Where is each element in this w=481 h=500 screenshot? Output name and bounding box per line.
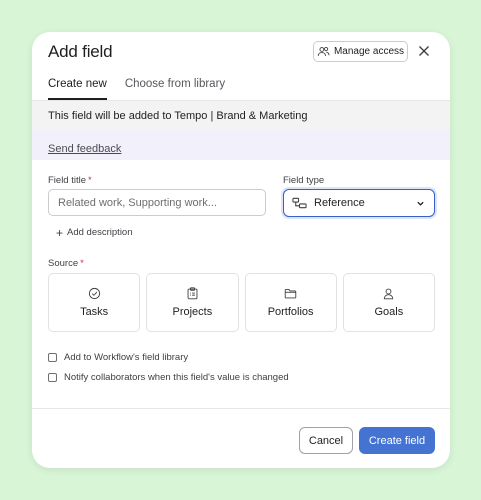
field-type-value: Reference bbox=[314, 197, 365, 209]
field-type-label: Field type bbox=[283, 175, 325, 186]
send-feedback-link[interactable]: Send feedback bbox=[48, 143, 121, 155]
add-to-library-checkbox[interactable] bbox=[48, 353, 57, 362]
people-icon bbox=[317, 46, 330, 57]
source-option-label: Portfolios bbox=[267, 306, 314, 318]
notify-collaborators-option: Notify collaborators when this field's v… bbox=[48, 372, 289, 383]
close-icon[interactable] bbox=[416, 43, 432, 59]
manage-access-label: Manage access bbox=[333, 46, 405, 57]
add-description-label: Add description bbox=[67, 227, 133, 238]
tab-create-new[interactable]: Create new bbox=[48, 72, 107, 100]
reference-icon bbox=[292, 197, 307, 209]
dialog-header: Add field Manage access bbox=[32, 32, 450, 72]
banner-text: This field will be added to Tempo | Bran… bbox=[48, 110, 308, 122]
add-field-dialog: Add field Manage access Create new Choos… bbox=[32, 32, 450, 468]
source-option-goals[interactable]: Goals bbox=[342, 273, 435, 332]
create-field-button[interactable]: Create field bbox=[359, 427, 435, 454]
cancel-button[interactable]: Cancel bbox=[299, 427, 353, 454]
person-icon bbox=[384, 288, 394, 300]
add-description-button[interactable]: + Add description bbox=[56, 225, 133, 240]
folder-icon bbox=[284, 288, 297, 299]
required-marker: * bbox=[88, 175, 92, 186]
source-option-projects[interactable]: Projects bbox=[146, 273, 239, 332]
manage-access-button[interactable]: Manage access bbox=[313, 41, 408, 62]
source-option-label: Projects bbox=[172, 306, 213, 318]
dialog-title: Add field bbox=[48, 42, 113, 61]
field-type-select[interactable]: Reference bbox=[283, 189, 435, 217]
source-option-label: Tasks bbox=[80, 306, 109, 318]
add-to-library-label: Add to Workflow's field library bbox=[64, 352, 189, 363]
info-banner: This field will be added to Tempo | Bran… bbox=[32, 101, 450, 130]
feedback-row: Send feedback bbox=[32, 130, 450, 160]
footer-divider bbox=[32, 408, 450, 409]
source-option-tasks[interactable]: Tasks bbox=[48, 273, 141, 332]
plus-icon: + bbox=[56, 225, 64, 240]
source-label: Source * bbox=[48, 258, 84, 269]
tab-choose-from-library[interactable]: Choose from library bbox=[125, 72, 225, 100]
source-label-text: Source bbox=[48, 258, 79, 269]
tab-bar: Create new Choose from library bbox=[48, 72, 225, 100]
source-option-portfolios[interactable]: Portfolios bbox=[244, 273, 337, 332]
required-marker: * bbox=[80, 258, 84, 269]
field-title-input[interactable] bbox=[48, 189, 266, 216]
field-title-label: Field title * bbox=[48, 175, 92, 186]
add-to-library-option: Add to Workflow's field library bbox=[48, 352, 188, 363]
source-options: Tasks Projects Portfolios Goals bbox=[48, 273, 435, 332]
check-circle-icon bbox=[88, 287, 100, 300]
chevron-down-icon bbox=[417, 201, 424, 206]
notify-collaborators-label: Notify collaborators when this field's v… bbox=[64, 372, 289, 383]
field-title-label-text: Field title bbox=[48, 175, 87, 186]
source-option-label: Goals bbox=[374, 306, 404, 318]
notify-collaborators-checkbox[interactable] bbox=[48, 373, 57, 382]
clipboard-icon bbox=[187, 287, 198, 300]
